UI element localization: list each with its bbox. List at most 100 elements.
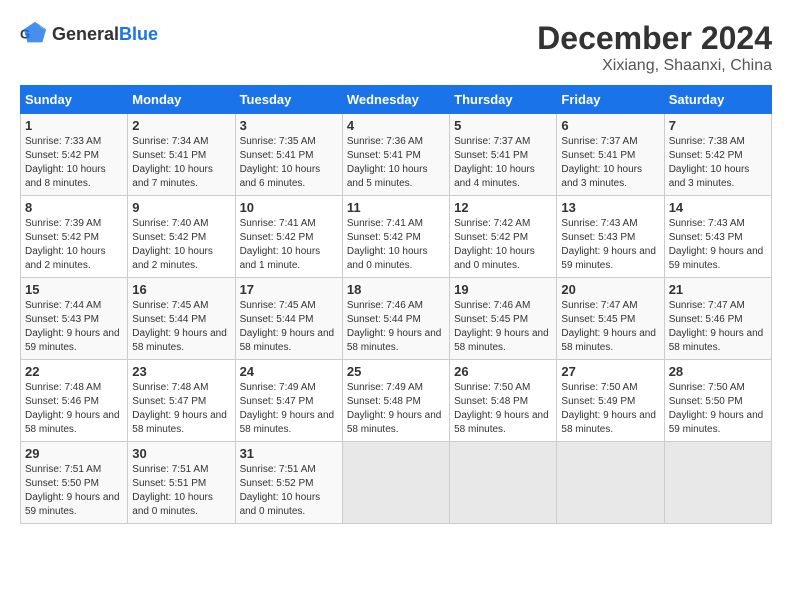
calendar-cell: 31 Sunrise: 7:51 AMSunset: 5:52 PMDayligh… [235,442,342,524]
calendar-table: SundayMondayTuesdayWednesdayThursdayFrid… [20,85,772,524]
calendar-cell: 26Sunrise: 7:50 AMSunset: 5:48 PMDayligh… [450,360,557,442]
day-info: Sunrise: 7:38 AMSunset: 5:42 PMDaylight:… [669,135,767,191]
calendar-cell: 22 Sunrise: 7:48 AMSunset: 5:46 PMDayligh… [21,360,128,442]
day-number: 28 [669,364,767,379]
calendar-cell-empty [557,442,664,524]
day-info: Sunrise: 7:51 AMSunset: 5:50 PMDaylight:… [25,463,123,519]
day-info: Sunrise: 7:41 AMSunset: 5:42 PMDaylight:… [347,217,445,273]
day-info: Sunrise: 7:47 AMSunset: 5:46 PMDaylight:… [669,299,767,355]
calendar-cell: 2Sunrise: 7:34 AMSunset: 5:41 PMDaylight… [128,114,235,196]
calendar-cell: 16Sunrise: 7:45 AMSunset: 5:44 PMDayligh… [128,278,235,360]
calendar-week-5: 29 Sunrise: 7:51 AMSunset: 5:50 PMDayligh… [21,442,772,524]
calendar-cell: 4Sunrise: 7:36 AMSunset: 5:41 PMDaylight… [342,114,449,196]
day-info: Sunrise: 7:43 AMSunset: 5:43 PMDaylight:… [561,217,659,273]
column-header-wednesday: Wednesday [342,86,449,114]
day-info: Sunrise: 7:44 AMSunset: 5:43 PMDaylight:… [25,299,123,355]
day-number: 10 [240,200,338,215]
day-number: 29 [25,446,123,461]
column-header-monday: Monday [128,86,235,114]
day-info: Sunrise: 7:46 AMSunset: 5:44 PMDaylight:… [347,299,445,355]
calendar-cell: 11 Sunrise: 7:41 AMSunset: 5:42 PMDayligh… [342,196,449,278]
day-number: 16 [132,282,230,297]
day-number: 4 [347,118,445,133]
calendar-cell: 3 Sunrise: 7:35 AMSunset: 5:41 PMDaylight… [235,114,342,196]
day-number: 19 [454,282,552,297]
day-number: 3 [240,118,338,133]
day-info: Sunrise: 7:40 AMSunset: 5:42 PMDaylight:… [132,217,230,273]
day-info: Sunrise: 7:37 AMSunset: 5:41 PMDaylight:… [454,135,552,191]
day-number: 5 [454,118,552,133]
day-number: 20 [561,282,659,297]
calendar-cell: 30 Sunrise: 7:51 AMSunset: 5:51 PMDayligh… [128,442,235,524]
day-number: 6 [561,118,659,133]
calendar-week-1: 1 Sunrise: 7:33 AMSunset: 5:42 PMDaylight… [21,114,772,196]
day-number: 15 [25,282,123,297]
title-block: December 2024 Xixiang, Shaanxi, China [537,20,772,75]
day-info: Sunrise: 7:47 AMSunset: 5:45 PMDaylight:… [561,299,659,355]
page-title: December 2024 [537,20,772,57]
calendar-cell: 27 Sunrise: 7:50 AMSunset: 5:49 PMDayligh… [557,360,664,442]
column-header-friday: Friday [557,86,664,114]
calendar-cell: 15 Sunrise: 7:44 AMSunset: 5:43 PMDayligh… [21,278,128,360]
calendar-cell-empty [664,442,771,524]
day-info: Sunrise: 7:34 AMSunset: 5:41 PMDaylight:… [132,135,230,191]
day-info: Sunrise: 7:33 AMSunset: 5:42 PMDaylight:… [25,135,123,191]
day-info: Sunrise: 7:41 AMSunset: 5:42 PMDaylight:… [240,217,338,273]
calendar-week-4: 22 Sunrise: 7:48 AMSunset: 5:46 PMDayligh… [21,360,772,442]
calendar-cell: 23 Sunrise: 7:48 AMSunset: 5:47 PMDayligh… [128,360,235,442]
day-info: Sunrise: 7:48 AMSunset: 5:46 PMDaylight:… [25,381,123,437]
day-info: Sunrise: 7:48 AMSunset: 5:47 PMDaylight:… [132,381,230,437]
calendar-week-3: 15 Sunrise: 7:44 AMSunset: 5:43 PMDayligh… [21,278,772,360]
day-number: 17 [240,282,338,297]
logo-icon: G [20,20,48,48]
calendar-cell-empty [450,442,557,524]
calendar-cell: 24Sunrise: 7:49 AMSunset: 5:47 PMDayligh… [235,360,342,442]
day-number: 23 [132,364,230,379]
day-info: Sunrise: 7:35 AMSunset: 5:41 PMDaylight:… [240,135,338,191]
calendar-cell-empty [342,442,449,524]
day-number: 8 [25,200,123,215]
day-info: Sunrise: 7:51 AMSunset: 5:52 PMDaylight:… [240,463,338,519]
day-info: Sunrise: 7:43 AMSunset: 5:43 PMDaylight:… [669,217,767,273]
day-number: 22 [25,364,123,379]
calendar-cell: 7 Sunrise: 7:38 AMSunset: 5:42 PMDaylight… [664,114,771,196]
day-number: 27 [561,364,659,379]
calendar-cell: 9 Sunrise: 7:40 AMSunset: 5:42 PMDaylight… [128,196,235,278]
logo-blue: Blue [119,24,158,44]
column-header-saturday: Saturday [664,86,771,114]
calendar-cell: 6 Sunrise: 7:37 AMSunset: 5:41 PMDaylight… [557,114,664,196]
day-number: 18 [347,282,445,297]
page-header: G GeneralBlue December 2024 Xixiang, Sha… [20,20,772,75]
calendar-cell: 1 Sunrise: 7:33 AMSunset: 5:42 PMDaylight… [21,114,128,196]
calendar-cell: 18 Sunrise: 7:46 AMSunset: 5:44 PMDayligh… [342,278,449,360]
calendar-cell: 13 Sunrise: 7:43 AMSunset: 5:43 PMDayligh… [557,196,664,278]
day-number: 9 [132,200,230,215]
calendar-header-row: SundayMondayTuesdayWednesdayThursdayFrid… [21,86,772,114]
day-number: 30 [132,446,230,461]
calendar-cell: 29 Sunrise: 7:51 AMSunset: 5:50 PMDayligh… [21,442,128,524]
calendar-week-2: 8 Sunrise: 7:39 AMSunset: 5:42 PMDaylight… [21,196,772,278]
column-header-tuesday: Tuesday [235,86,342,114]
calendar-cell: 28Sunrise: 7:50 AMSunset: 5:50 PMDayligh… [664,360,771,442]
calendar-cell: 25Sunrise: 7:49 AMSunset: 5:48 PMDayligh… [342,360,449,442]
calendar-cell: 19Sunrise: 7:46 AMSunset: 5:45 PMDayligh… [450,278,557,360]
day-number: 7 [669,118,767,133]
day-info: Sunrise: 7:49 AMSunset: 5:47 PMDaylight:… [240,381,338,437]
day-number: 1 [25,118,123,133]
calendar-cell: 17Sunrise: 7:45 AMSunset: 5:44 PMDayligh… [235,278,342,360]
day-number: 13 [561,200,659,215]
calendar-cell: 21 Sunrise: 7:47 AMSunset: 5:46 PMDayligh… [664,278,771,360]
calendar-cell: 12Sunrise: 7:42 AMSunset: 5:42 PMDayligh… [450,196,557,278]
day-info: Sunrise: 7:50 AMSunset: 5:49 PMDaylight:… [561,381,659,437]
day-number: 31 [240,446,338,461]
day-number: 21 [669,282,767,297]
day-info: Sunrise: 7:49 AMSunset: 5:48 PMDaylight:… [347,381,445,437]
calendar-cell: 20 Sunrise: 7:47 AMSunset: 5:45 PMDayligh… [557,278,664,360]
day-number: 26 [454,364,552,379]
day-number: 11 [347,200,445,215]
day-info: Sunrise: 7:51 AMSunset: 5:51 PMDaylight:… [132,463,230,519]
column-header-thursday: Thursday [450,86,557,114]
day-info: Sunrise: 7:39 AMSunset: 5:42 PMDaylight:… [25,217,123,273]
day-info: Sunrise: 7:37 AMSunset: 5:41 PMDaylight:… [561,135,659,191]
day-number: 14 [669,200,767,215]
